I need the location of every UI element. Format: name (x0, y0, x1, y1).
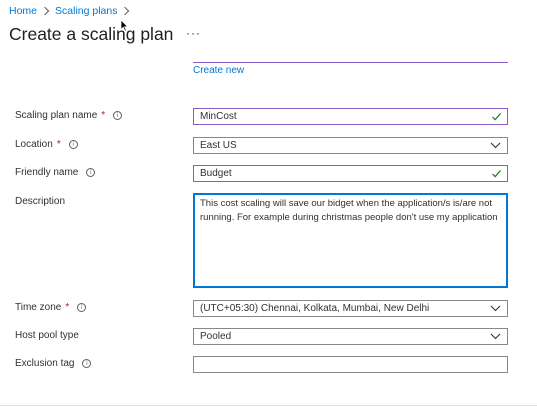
exclusion-tag-label-text: Exclusion tag (15, 358, 75, 369)
location-dropdown[interactable]: East US (193, 137, 508, 154)
more-options-button[interactable]: ··· (186, 26, 201, 40)
resource-group-field-border (193, 62, 508, 63)
scaling-plan-name-value: MinCost (200, 111, 237, 122)
divider (0, 405, 537, 406)
breadcrumb-scaling-plans-link[interactable]: Scaling plans (55, 5, 117, 17)
location-value: East US (200, 140, 237, 151)
chevron-right-icon (40, 6, 50, 16)
host-pool-type-value: Pooled (200, 331, 232, 342)
create-new-link[interactable]: Create new (193, 65, 244, 76)
location-label: Location * i (15, 139, 78, 150)
check-icon (492, 113, 501, 121)
breadcrumb-home-link[interactable]: Home (9, 5, 37, 17)
chevron-down-icon (490, 305, 501, 312)
exclusion-tag-label: Exclusion tag i (15, 358, 92, 369)
friendly-name-label: Friendly name i (15, 167, 96, 178)
scaling-plan-name-label: Scaling plan name * i (15, 110, 123, 121)
chevron-down-icon (490, 142, 501, 149)
info-icon[interactable]: i (113, 111, 123, 120)
exclusion-tag-input[interactable] (193, 356, 508, 373)
breadcrumb: Home Scaling plans (9, 3, 135, 19)
page-title: Create a scaling plan (9, 24, 174, 44)
description-label-text: Description (15, 196, 66, 207)
required-asterisk: * (65, 302, 70, 313)
required-asterisk: * (56, 139, 61, 150)
host-pool-type-label-text: Host pool type (15, 330, 79, 341)
host-pool-type-label: Host pool type (15, 330, 79, 341)
info-icon[interactable]: i (82, 359, 92, 368)
time-zone-label-text: Time zone (15, 302, 62, 313)
time-zone-dropdown[interactable]: (UTC+05:30) Chennai, Kolkata, Mumbai, Ne… (193, 300, 508, 317)
info-icon[interactable]: i (77, 303, 87, 312)
check-icon (492, 170, 501, 178)
time-zone-value: (UTC+05:30) Chennai, Kolkata, Mumbai, Ne… (200, 303, 430, 314)
info-icon[interactable]: i (68, 140, 78, 149)
description-label: Description (15, 196, 65, 207)
time-zone-label: Time zone * i (15, 302, 87, 313)
host-pool-type-dropdown[interactable]: Pooled (193, 328, 508, 345)
scaling-plan-name-label-text: Scaling plan name (15, 110, 98, 121)
scaling-plan-name-input[interactable]: MinCost (193, 108, 508, 125)
friendly-name-label-text: Friendly name (15, 167, 79, 178)
chevron-down-icon (490, 333, 501, 340)
friendly-name-input[interactable]: Budget (193, 165, 508, 182)
description-textarea[interactable]: This cost scaling will save our bidget w… (193, 193, 508, 288)
required-asterisk: * (101, 110, 106, 121)
location-label-text: Location (15, 139, 53, 150)
info-icon[interactable]: i (86, 168, 96, 177)
chevron-right-icon (121, 6, 130, 16)
friendly-name-value: Budget (200, 168, 232, 179)
